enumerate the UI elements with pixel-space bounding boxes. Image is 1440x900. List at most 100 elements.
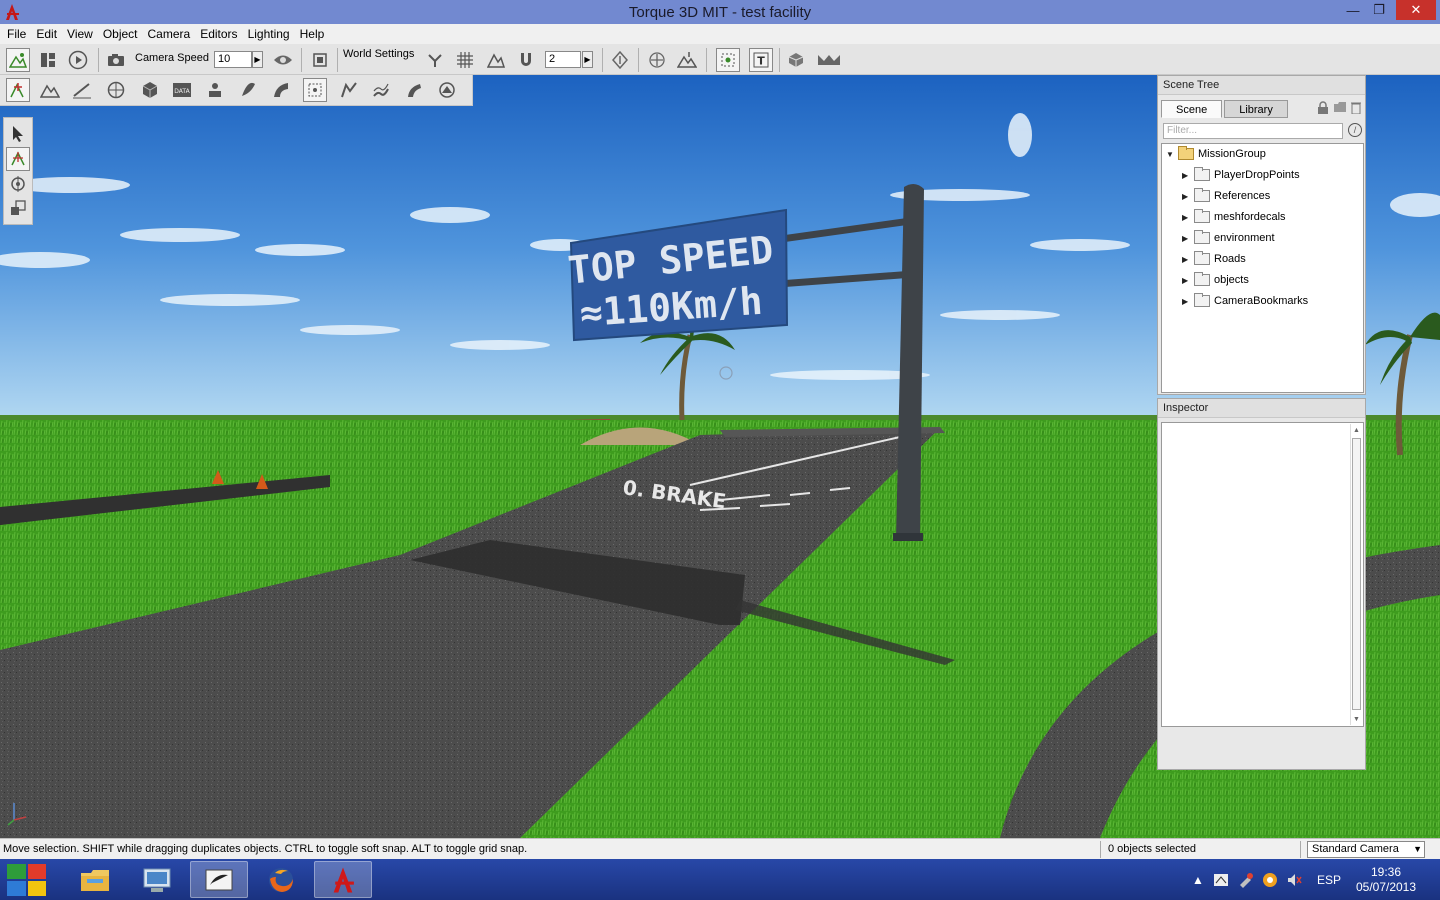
menu-view[interactable]: View [62, 24, 98, 44]
tree-item[interactable]: ▶ Roads [1182, 249, 1246, 269]
scroll-up-icon[interactable]: ▲ [1351, 424, 1362, 436]
material-editor-icon[interactable] [104, 78, 128, 102]
decal-editor-icon[interactable] [303, 78, 327, 102]
mesh-road-icon[interactable] [269, 78, 293, 102]
delete-icon[interactable] [1351, 101, 1361, 114]
object-center-icon[interactable] [645, 48, 669, 72]
menu-file[interactable]: File [2, 24, 31, 44]
terrain-snap-icon[interactable] [484, 48, 508, 72]
text-label-icon[interactable]: T [749, 48, 773, 72]
terrain-editor-icon[interactable] [38, 78, 62, 102]
layout-icon[interactable] [36, 48, 60, 72]
maximize-button[interactable]: ❐ [1366, 0, 1392, 20]
camera-mode-select[interactable]: Standard Camera ▼ [1307, 841, 1425, 858]
close-button[interactable]: ✕ [1396, 0, 1436, 20]
firefox-icon[interactable] [252, 861, 310, 898]
select-arrow-icon[interactable] [6, 122, 30, 146]
move-gizmo-icon[interactable] [6, 147, 30, 171]
network-app-icon[interactable] [128, 861, 186, 898]
menu-help[interactable]: Help [295, 24, 330, 44]
tree-item[interactable]: ▶ PlayerDropPoints [1182, 165, 1300, 185]
particle-editor-icon[interactable] [203, 78, 227, 102]
language-indicator[interactable]: ESP [1317, 859, 1341, 900]
grid-snap-icon[interactable] [453, 48, 477, 72]
road-editor-icon[interactable] [402, 78, 426, 102]
minimize-button[interactable]: — [1340, 0, 1366, 20]
tree-item[interactable]: ▶ References [1182, 186, 1270, 206]
world-bounds-icon[interactable] [716, 48, 740, 72]
world-editor-icon[interactable] [6, 48, 30, 72]
snap-to-object-icon[interactable] [423, 48, 447, 72]
folder-icon [1194, 209, 1210, 223]
snap-value-input[interactable]: 2 [545, 51, 581, 68]
menu-bar: File Edit View Object Camera Editors Lig… [0, 24, 1440, 44]
expand-icon[interactable]: ▶ [1182, 297, 1194, 306]
volume-icon[interactable] [1286, 859, 1302, 900]
expand-icon[interactable]: ▶ [1182, 213, 1194, 222]
drop-at-screen-icon[interactable] [675, 48, 699, 72]
tree-item[interactable]: ▶ CameraBookmarks [1182, 291, 1308, 311]
new-folder-icon[interactable] [1333, 101, 1347, 113]
expand-icon[interactable]: ▶ [1182, 171, 1194, 180]
world-settings-label[interactable]: World Settings [343, 48, 414, 60]
spawn-object-icon[interactable] [784, 48, 808, 72]
clock[interactable]: 19:36 05/07/2013 [1346, 865, 1426, 895]
expand-icon[interactable]: ▼ [1166, 150, 1178, 159]
inspector-scrollbar[interactable]: ▲ ▼ [1350, 424, 1362, 725]
expand-icon[interactable]: ▶ [1182, 234, 1194, 243]
expand-icon[interactable]: ▶ [1182, 276, 1194, 285]
scroll-thumb[interactable] [1352, 438, 1361, 710]
tray-tool-icon[interactable] [1238, 859, 1254, 900]
scroll-down-icon[interactable]: ▼ [1351, 713, 1362, 725]
shape-editor-icon[interactable] [138, 78, 162, 102]
tab-scene[interactable]: Scene [1161, 100, 1223, 118]
scene-filter-input[interactable]: Filter... [1163, 123, 1343, 139]
sketch-tool-icon[interactable] [435, 78, 459, 102]
navmesh-editor-icon[interactable] [337, 78, 361, 102]
expand-icon[interactable]: ▶ [1182, 255, 1194, 264]
folder-open-icon [1178, 146, 1194, 160]
object-editor-icon[interactable] [6, 78, 30, 102]
menu-camera[interactable]: Camera [143, 24, 196, 44]
tree-item-missiongroup[interactable]: ▼ MissionGroup [1166, 144, 1266, 164]
menu-lighting[interactable]: Lighting [243, 24, 295, 44]
forest-editor-icon[interactable] [236, 78, 260, 102]
selection-icon[interactable] [608, 48, 632, 72]
camera-icon[interactable] [104, 48, 128, 72]
rotate-gizmo-icon[interactable] [6, 172, 30, 196]
camera-speed-input[interactable]: 10 [214, 51, 252, 68]
status-message: Move selection. SHIFT while dragging dup… [3, 843, 528, 855]
sign-line-1: TOP SPEED [566, 227, 775, 292]
physics-icon[interactable] [814, 48, 844, 72]
river-editor-icon[interactable] [369, 78, 393, 102]
expand-icon[interactable]: ▶ [1182, 192, 1194, 201]
menu-editors[interactable]: Editors [195, 24, 242, 44]
folder-icon [1194, 167, 1210, 181]
tree-item[interactable]: ▶ meshfordecals [1182, 207, 1286, 227]
svg-text:T: T [757, 55, 765, 68]
editor-app-icon[interactable] [190, 861, 248, 898]
menu-edit[interactable]: Edit [31, 24, 62, 44]
lock-icon[interactable] [1317, 101, 1329, 114]
tab-library[interactable]: Library [1224, 100, 1288, 118]
tree-item[interactable]: ▶ objects [1182, 270, 1249, 290]
eye-icon[interactable] [271, 48, 295, 72]
show-hidden-icons-icon[interactable]: ▲ [1192, 859, 1204, 900]
clear-filter-icon[interactable]: / [1348, 123, 1362, 137]
title-bar: Torque 3D MIT - test facility — ❐ ✕ [0, 0, 1440, 24]
scale-gizmo-icon[interactable] [6, 196, 30, 220]
datablock-editor-icon[interactable]: DATA [170, 78, 194, 102]
start-button[interactable] [7, 864, 46, 896]
torque-app-icon[interactable] [314, 861, 372, 898]
menu-object[interactable]: Object [98, 24, 143, 44]
terrain-painter-icon[interactable] [70, 78, 94, 102]
magnet-icon[interactable] [514, 48, 538, 72]
tray-update-icon[interactable] [1262, 859, 1278, 900]
file-explorer-icon[interactable] [66, 861, 124, 898]
play-icon[interactable] [66, 48, 90, 72]
tree-item[interactable]: ▶ environment [1182, 228, 1275, 248]
fit-view-icon[interactable] [308, 48, 332, 72]
camera-speed-arrow[interactable]: ▶ [252, 51, 263, 68]
snap-value-arrow[interactable]: ▶ [582, 51, 593, 68]
tray-app-icon[interactable] [1213, 859, 1229, 900]
